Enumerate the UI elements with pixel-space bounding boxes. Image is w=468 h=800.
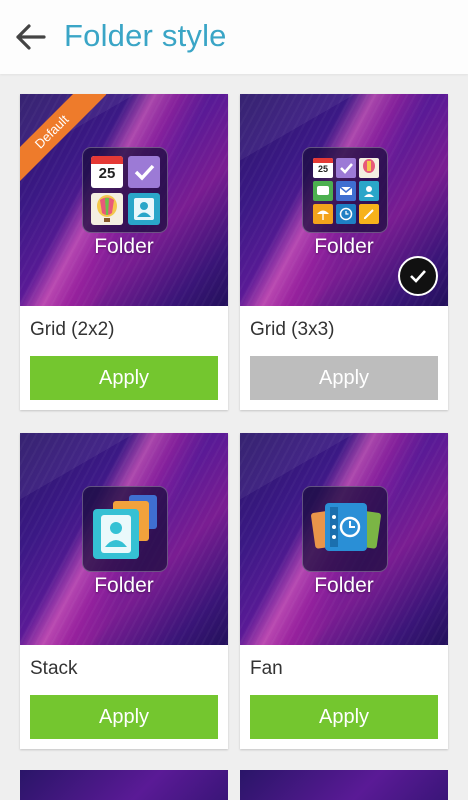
back-button[interactable] <box>14 20 48 54</box>
folder-label: Folder <box>94 235 154 258</box>
apply-button[interactable]: Apply <box>250 356 438 400</box>
email-app-icon <box>336 181 356 201</box>
style-name: Stack <box>30 658 78 679</box>
folder-icon-fan <box>302 486 388 572</box>
balloon-app-icon <box>359 158 379 178</box>
style-preview[interactable]: Default 25 Folder <box>20 94 228 306</box>
page-title: Folder style <box>64 18 227 53</box>
contacts-app-icon <box>93 509 139 559</box>
folder-icon-stack <box>82 486 168 572</box>
style-card-partial[interactable] <box>240 770 448 800</box>
contacts-app-icon <box>128 193 160 225</box>
style-card-stack[interactable]: Folder Stack Apply <box>20 433 228 749</box>
style-card-partial[interactable] <box>20 770 228 800</box>
app-bar: Folder style <box>0 0 468 74</box>
apply-button[interactable]: Apply <box>30 695 218 739</box>
style-preview[interactable]: Folder <box>20 433 228 645</box>
tasks-app-icon <box>128 156 160 188</box>
weather-app-icon <box>313 204 333 224</box>
calendar-day: 25 <box>317 164 328 174</box>
style-card-grid-2x2[interactable]: Default 25 Folder Grid (2x2) Apply <box>20 94 228 410</box>
apply-button[interactable]: Apply <box>250 695 438 739</box>
style-name: Grid (2x2) <box>30 319 115 340</box>
notes-app-icon <box>359 204 379 224</box>
style-card-grid-3x3[interactable]: 25 Folder Grid (3x3) Apply <box>240 94 448 410</box>
messaging-app-icon <box>313 181 333 201</box>
clock-app-icon <box>336 204 356 224</box>
balloon-app-icon <box>91 193 123 225</box>
folder-label: Folder <box>314 574 374 597</box>
folder-icon-grid-3x3: 25 <box>302 147 388 233</box>
tasks-app-icon <box>336 158 356 178</box>
style-name: Grid (3x3) <box>250 319 335 340</box>
arrow-left-icon <box>16 24 46 50</box>
folder-label: Folder <box>94 574 154 597</box>
folder-icon-grid-2x2: 25 <box>82 147 168 233</box>
style-preview[interactable]: 25 Folder <box>240 94 448 306</box>
calendar-app-icon: 25 <box>313 158 333 178</box>
apply-button[interactable]: Apply <box>30 356 218 400</box>
style-name: Fan <box>250 658 283 679</box>
style-preview[interactable]: Folder <box>240 433 448 645</box>
style-card-fan[interactable]: Folder Fan Apply <box>240 433 448 749</box>
contacts-app-icon <box>359 181 379 201</box>
calendar-day: 25 <box>98 165 116 182</box>
check-circle-icon <box>398 256 438 296</box>
calendar-app-icon: 25 <box>91 156 123 188</box>
clock-app-icon <box>325 503 367 551</box>
